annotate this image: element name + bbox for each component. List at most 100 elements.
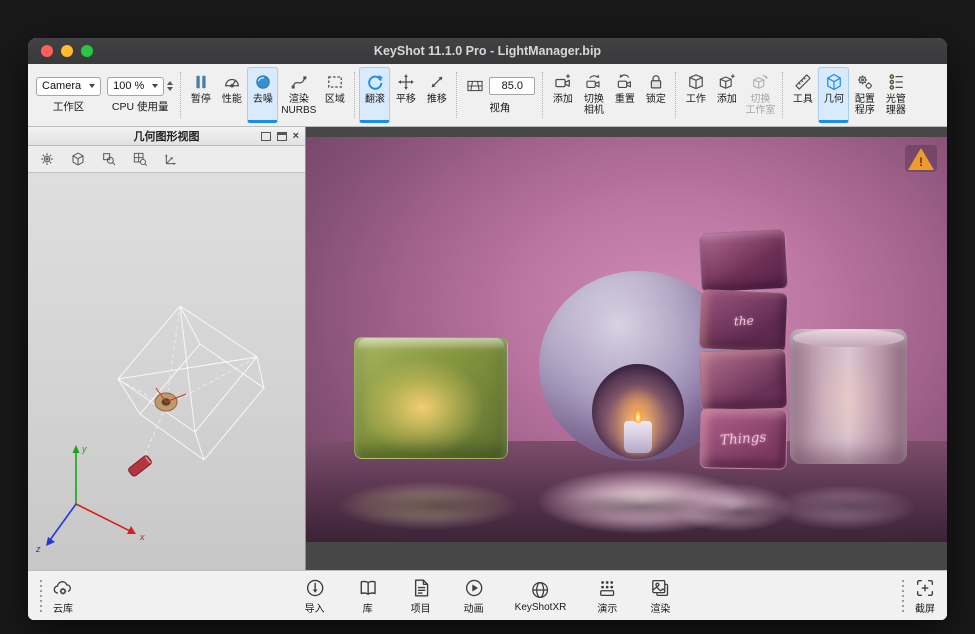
grid-zoom-icon[interactable]	[131, 151, 148, 168]
render-button[interactable]: 渲染	[648, 576, 672, 615]
configurator-button[interactable]: 配置程序	[849, 67, 880, 123]
switch-studio-icon	[749, 71, 771, 93]
panel-maximize-button[interactable]	[277, 132, 287, 141]
performance-label: 性能	[222, 95, 242, 106]
toolbar-drag-handle[interactable]	[40, 580, 42, 612]
cpu-stepper[interactable]	[167, 81, 173, 91]
warning-triangle-icon: !	[908, 148, 934, 170]
toolbar-drag-handle[interactable]	[902, 580, 904, 612]
dolly-button[interactable]: 推移	[421, 67, 452, 123]
presentation-button[interactable]: 演示	[595, 576, 619, 615]
import-icon	[303, 576, 327, 599]
zoom-button[interactable]	[81, 45, 93, 57]
screenshot-label: 截屏	[915, 600, 935, 615]
zoom-select-icon[interactable]	[100, 151, 117, 168]
lock-label: 锁定	[646, 95, 666, 106]
add-studio-label: 添加	[717, 95, 737, 106]
render-view[interactable]: the Things !	[306, 137, 947, 542]
workspace-label: 工作区	[53, 99, 85, 114]
workspace-dropdown[interactable]: Camera	[36, 77, 101, 96]
svg-text:x: x	[139, 532, 145, 542]
add-camera-button[interactable]: 添加	[547, 67, 578, 123]
region-button[interactable]: 区域	[319, 67, 350, 123]
gears-icon	[854, 71, 876, 93]
geometry-view-button[interactable]: 几何	[818, 67, 849, 123]
tumble-button[interactable]: 翻滚	[359, 67, 390, 123]
dolly-icon	[426, 71, 448, 93]
tools-button[interactable]: 工具	[787, 67, 818, 123]
camera-wireframe: y x z	[28, 173, 305, 570]
bottom-toolbar-right: 截屏	[900, 576, 937, 615]
scene-vignette	[306, 137, 947, 542]
move-axes-icon[interactable]	[162, 151, 179, 168]
realtime-viewport: the Things !	[306, 127, 947, 570]
project-icon	[409, 576, 433, 599]
denoise-label: 去噪	[253, 95, 273, 106]
geometry-view-panel: 几何图形视图 ×	[28, 127, 306, 570]
reset-camera-button[interactable]: 重置	[609, 67, 640, 123]
cloud-library-icon	[51, 576, 75, 599]
geometry-panel-toolbar	[28, 146, 305, 173]
add-camera-icon	[552, 71, 574, 93]
performance-icon	[221, 71, 243, 93]
keyshotxr-button[interactable]: KeyShotXR	[515, 578, 567, 613]
cpu-usage-dropdown[interactable]: 100 %	[107, 77, 164, 96]
region-label: 区域	[325, 95, 345, 106]
configurator-label: 配置程序	[855, 95, 875, 116]
toolbar-separator	[456, 72, 457, 118]
tumble-label: 翻滚	[365, 95, 385, 106]
lock-camera-button[interactable]: 锁定	[640, 67, 671, 123]
chevron-down-icon	[89, 84, 95, 88]
keyshot-window: KeyShot 11.1.0 Pro - LightManager.bip Ca…	[28, 38, 947, 620]
studio-label: 工作	[686, 95, 706, 106]
library-icon	[356, 576, 380, 599]
light-manager-label: 光管理器	[886, 95, 906, 116]
cpu-usage-value: 100 %	[113, 80, 144, 92]
light-manager-button[interactable]: 光管理器	[880, 67, 911, 123]
denoise-button[interactable]: 去噪	[247, 67, 278, 123]
geometry-panel-header[interactable]: 几何图形视图 ×	[28, 127, 305, 146]
titlebar[interactable]: KeyShot 11.1.0 Pro - LightManager.bip	[28, 38, 947, 64]
close-button[interactable]	[41, 45, 53, 57]
keyshotxr-label: KeyShotXR	[515, 602, 567, 613]
bottom-toolbar: 云库 导入 库 项目 动画	[28, 570, 947, 620]
fov-input[interactable]	[489, 77, 535, 95]
toolbar-separator	[782, 72, 783, 118]
gear-icon[interactable]	[38, 151, 55, 168]
render-nurbs-button[interactable]: 渲染NURBS	[278, 67, 319, 123]
toolbar-separator	[675, 72, 676, 118]
warning-badge[interactable]: !	[905, 145, 937, 172]
main-toolbar: Camera 工作区 100 % CPU 使用量 暂停	[28, 64, 947, 127]
switch-studio-button[interactable]: 切换工作室	[742, 67, 778, 123]
svg-text:y: y	[81, 444, 87, 454]
pause-button[interactable]: 暂停	[185, 67, 216, 123]
add-studio-button[interactable]: 添加	[711, 67, 742, 123]
minimize-button[interactable]	[61, 45, 73, 57]
traffic-lights	[41, 45, 93, 57]
pan-button[interactable]: 平移	[390, 67, 421, 123]
add-camera-label: 添加	[553, 95, 573, 106]
import-button[interactable]: 导入	[303, 576, 327, 615]
animation-button[interactable]: 动画	[462, 576, 486, 615]
panel-window-controls: ×	[261, 132, 305, 141]
studio-box-icon	[685, 71, 707, 93]
panel-float-button[interactable]	[261, 132, 271, 141]
switch-camera-icon	[583, 71, 605, 93]
cube-icon[interactable]	[69, 151, 86, 168]
animation-icon	[462, 576, 486, 599]
performance-button[interactable]: 性能	[216, 67, 247, 123]
project-button[interactable]: 项目	[409, 576, 433, 615]
ruler-icon	[792, 71, 814, 93]
toolbar-separator	[180, 72, 181, 118]
screenshot-button[interactable]: 截屏	[913, 576, 937, 615]
pause-icon	[190, 71, 212, 93]
library-button[interactable]: 库	[356, 576, 380, 615]
presentation-icon	[595, 576, 619, 599]
studio-button[interactable]: 工作	[680, 67, 711, 123]
panel-close-button[interactable]: ×	[293, 132, 299, 141]
geometry-viewport[interactable]: y x z	[28, 173, 305, 570]
region-icon	[324, 71, 346, 93]
switch-camera-button[interactable]: 切换相机	[578, 67, 609, 123]
screenshot-icon	[913, 576, 937, 599]
cloud-library-button[interactable]: 云库	[51, 576, 75, 615]
